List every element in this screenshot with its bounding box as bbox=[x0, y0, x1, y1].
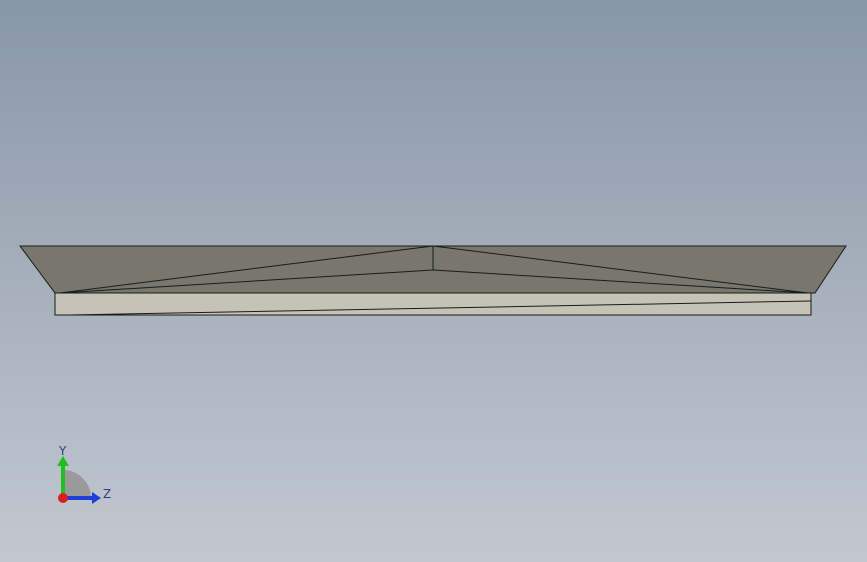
3d-viewport[interactable]: Y Z bbox=[0, 0, 867, 562]
triad-quarter-disc bbox=[63, 470, 91, 498]
axis-triad[interactable]: Y Z bbox=[50, 440, 120, 510]
x-axis-icon bbox=[58, 493, 68, 503]
z-axis-label: Z bbox=[103, 487, 111, 501]
base-plate bbox=[54, 292, 812, 316]
z-axis-arrowhead bbox=[92, 492, 101, 504]
y-axis-label: Y bbox=[58, 444, 67, 458]
cad-model[interactable] bbox=[0, 0, 867, 562]
